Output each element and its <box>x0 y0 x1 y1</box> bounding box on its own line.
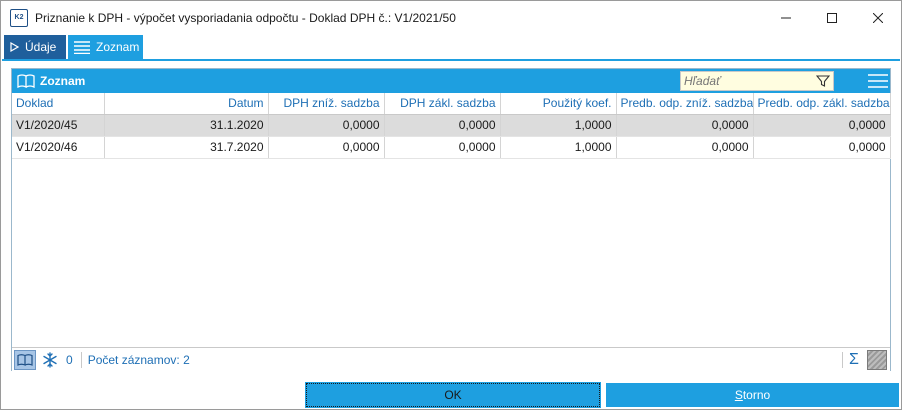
window-title: Priznanie k DPH - výpočet vysporiadania … <box>35 10 456 25</box>
column-header-predb-zakl[interactable]: Predb. odp. zákl. sadzba <box>753 93 891 115</box>
hatch-toggle-button[interactable] <box>867 350 887 370</box>
tab-udaje-label: Údaje <box>25 40 57 54</box>
hamburger-menu-icon[interactable] <box>868 73 888 89</box>
cell-predb-zniz: 0,0000 <box>616 114 754 137</box>
record-count: Počet záznamov: 2 <box>87 352 190 367</box>
tab-zoznam-label: Zoznam <box>96 40 140 54</box>
minimize-button[interactable] <box>763 1 809 34</box>
cell-predb-zniz: 0,0000 <box>616 136 754 159</box>
app-icon: K2 <box>10 8 28 27</box>
cell-dph-zakl: 0,0000 <box>384 136 501 159</box>
dialog-window: K2 Priznanie k DPH - výpočet vysporiadan… <box>0 0 902 410</box>
storno-button[interactable]: Storno <box>606 383 899 407</box>
table-row[interactable]: V1/2020/46 31.7.2020 0,0000 0,0000 1,000… <box>12 136 891 159</box>
maximize-button[interactable] <box>809 1 855 34</box>
search-box <box>680 71 834 91</box>
book-toggle-button[interactable] <box>14 349 36 370</box>
list-icon <box>74 40 90 54</box>
cell-datum: 31.1.2020 <box>104 114 269 137</box>
minimize-icon <box>781 17 791 18</box>
column-header-dph-zniz[interactable]: DPH zníž. sadzba <box>268 93 385 115</box>
cell-dph-zniz: 0,0000 <box>268 136 385 159</box>
close-icon <box>873 12 883 23</box>
cell-predb-zakl: 0,0000 <box>753 136 891 159</box>
cell-koef: 1,0000 <box>500 136 617 159</box>
cell-doklad: V1/2020/45 <box>12 114 105 137</box>
tab-zoznam[interactable]: Zoznam <box>68 35 143 59</box>
maximize-icon <box>827 12 837 23</box>
ok-button-label: OK <box>444 388 462 402</box>
panel-header: Zoznam <box>12 69 890 93</box>
cell-dph-zniz: 0,0000 <box>268 114 385 137</box>
cell-dph-zakl: 0,0000 <box>384 114 501 137</box>
close-button[interactable] <box>855 1 901 34</box>
window-controls <box>763 1 901 34</box>
storno-accel-key: S <box>734 388 743 402</box>
cell-doklad: V1/2020/46 <box>12 136 105 159</box>
column-header-predb-zniz[interactable]: Predb. odp. zníž. sadzba <box>616 93 754 115</box>
search-input[interactable] <box>681 74 811 88</box>
book-icon <box>17 353 33 366</box>
records-table: Doklad Datum DPH zníž. sadzba DPH zákl. … <box>12 93 891 159</box>
play-icon <box>10 42 19 52</box>
tab-bar: Údaje Zoznam <box>2 35 900 61</box>
footer-divider <box>80 351 82 368</box>
cell-datum: 31.7.2020 <box>104 136 269 159</box>
table-header-row: Doklad Datum DPH zníž. sadzba DPH zákl. … <box>12 93 891 115</box>
sum-icon[interactable]: Σ <box>844 350 864 370</box>
cell-predb-zakl: 0,0000 <box>753 114 891 137</box>
title-bar[interactable]: K2 Priznanie k DPH - výpočet vysporiadan… <box>1 1 901 34</box>
filter-icon[interactable] <box>816 74 830 88</box>
ok-button[interactable]: OK <box>305 382 601 408</box>
book-icon <box>17 74 35 88</box>
column-header-dph-zakl[interactable]: DPH zákl. sadzba <box>384 93 501 115</box>
column-header-doklad[interactable]: Doklad <box>12 93 105 115</box>
storno-button-label: torno <box>742 388 771 402</box>
column-header-koef[interactable]: Použitý koef. <box>500 93 617 115</box>
tab-udaje[interactable]: Údaje <box>4 35 66 59</box>
table-row[interactable]: V1/2020/45 31.1.2020 0,0000 0,0000 1,000… <box>12 114 891 137</box>
list-panel: Zoznam Doklad Datum DPH zníž. sadzba <box>11 68 891 371</box>
frozen-count: 0 <box>66 352 73 367</box>
snowflake-icon[interactable] <box>42 351 58 368</box>
column-header-datum[interactable]: Datum <box>104 93 269 115</box>
panel-title: Zoznam <box>40 74 86 88</box>
footer-divider <box>842 352 843 368</box>
cell-koef: 1,0000 <box>500 114 617 137</box>
panel-footer: 0 Počet záznamov: 2 Σ <box>12 347 890 371</box>
